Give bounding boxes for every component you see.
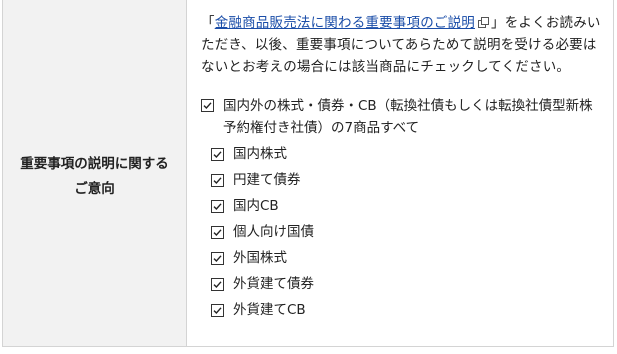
checkbox-checked-icon[interactable] xyxy=(211,173,224,187)
row-label-cell: 重要事項の説明に関する ご意向 xyxy=(3,0,187,346)
checkbox-checked-icon[interactable] xyxy=(211,251,224,265)
external-window-icon xyxy=(478,17,490,28)
option-jgb-individual[interactable]: 個人向け国債 xyxy=(211,221,603,243)
option-yen-bond[interactable]: 円建て債券 xyxy=(211,169,603,191)
option-foreign-stock[interactable]: 外国株式 xyxy=(211,247,603,269)
row-label-line1: 重要事項の説明に関する xyxy=(20,156,169,172)
option-label: 外貨建てCB xyxy=(233,302,306,318)
option-domestic-stock[interactable]: 国内株式 xyxy=(211,143,603,165)
important-matters-link[interactable]: 金融商品販売法に関わる重要事項のご説明 xyxy=(215,15,475,31)
option-label: 国内CB xyxy=(233,198,279,214)
option-label: 外国株式 xyxy=(233,250,287,266)
intro-paragraph: 「金融商品販売法に関わる重要事項のご説明 」をよくお読みいただき、以後、重要事項に… xyxy=(201,12,603,78)
checkbox-checked-icon[interactable] xyxy=(201,99,214,112)
option-label: 外貨建て債券 xyxy=(233,276,314,292)
option-label: 円建て債券 xyxy=(233,172,301,188)
option-all-products-label: 国内外の株式・債券・CB（転換社債もしくは転換社債型新株予約権付き社債）の7商品… xyxy=(223,98,593,136)
checkbox-checked-icon[interactable] xyxy=(211,199,224,213)
checkbox-checked-icon[interactable] xyxy=(211,225,224,239)
page: 重要事項の説明に関する ご意向 「金融商品販売法に関わる重要事項のご説明 」をよく… xyxy=(0,0,617,354)
option-label: 個人向け国債 xyxy=(233,224,314,240)
option-foreign-currency-bond[interactable]: 外貨建て債券 xyxy=(211,273,603,295)
option-all-products[interactable]: 国内外の株式・債券・CB（転換社債もしくは転換社債型新株予約権付き社債）の7商品… xyxy=(201,95,603,139)
row-label: 重要事項の説明に関する ご意向 xyxy=(20,152,169,202)
row-label-line2: ご意向 xyxy=(74,181,115,197)
intro-quote-open: 「 xyxy=(201,15,215,31)
option-label: 国内株式 xyxy=(233,146,287,162)
option-foreign-currency-cb[interactable]: 外貨建てCB xyxy=(211,299,603,321)
checkbox-checked-icon[interactable] xyxy=(211,277,224,291)
checkbox-checked-icon[interactable] xyxy=(211,303,224,317)
disclosure-table: 重要事項の説明に関する ご意向 「金融商品販売法に関わる重要事項のご説明 」をよく… xyxy=(2,0,614,347)
option-domestic-cb[interactable]: 国内CB xyxy=(211,195,603,217)
product-options: 国内外の株式・債券・CB（転換社債もしくは転換社債型新株予約権付き社債）の7商品… xyxy=(201,95,603,321)
row-content-cell: 「金融商品販売法に関わる重要事項のご説明 」をよくお読みいただき、以後、重要事項に… xyxy=(187,0,613,346)
checkbox-checked-icon[interactable] xyxy=(211,147,224,161)
